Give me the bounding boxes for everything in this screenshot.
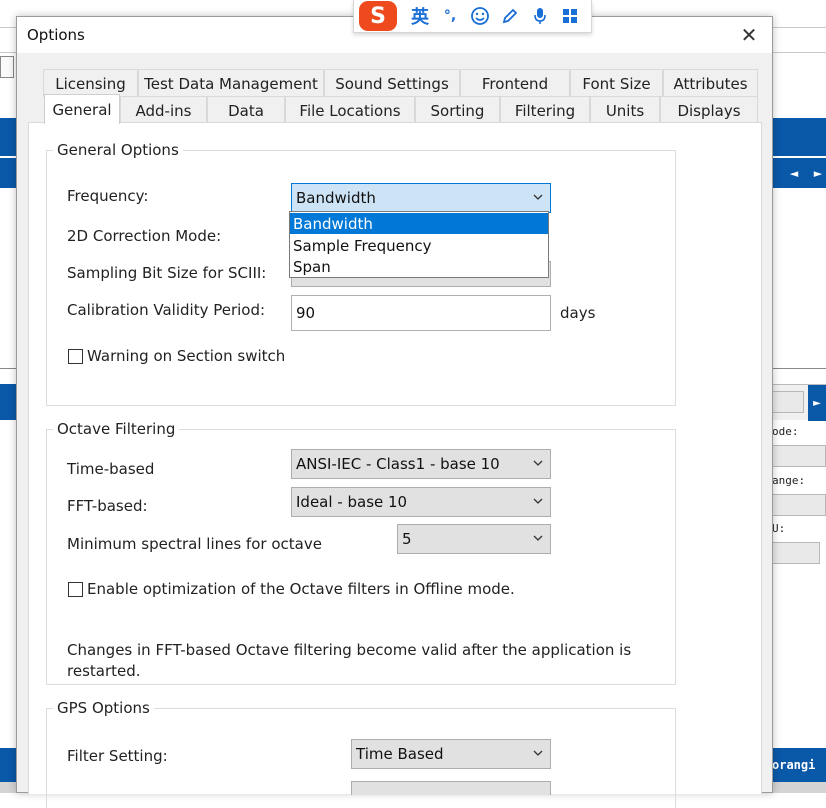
tab-displays[interactable]: Displays [660, 96, 758, 124]
chevron-down-icon [533, 498, 543, 504]
frequency-option-sample-frequency[interactable]: Sample Frequency [290, 235, 548, 256]
bg-combo[interactable] [772, 391, 804, 413]
tab-test-data-management[interactable]: Test Data Management [138, 69, 324, 97]
sogou-logo-icon[interactable]: S [359, 1, 397, 31]
warning-section-switch-label: Warning on Section switch [87, 347, 286, 365]
ime-toolbar: S 英 °, [353, 0, 592, 33]
tab-general[interactable]: General [44, 94, 120, 124]
frequency-select[interactable]: Bandwidth [291, 183, 551, 213]
tab-filtering[interactable]: Filtering [500, 96, 590, 124]
bg-combo[interactable] [772, 542, 820, 564]
tab-licensing[interactable]: Licensing [43, 69, 138, 97]
calibration-validity-label: Calibration Validity Period: [67, 301, 266, 319]
tab-sound-settings[interactable]: Sound Settings [324, 69, 460, 97]
min-spectral-lines-select[interactable]: 5 [397, 524, 551, 554]
sampling-bit-size-label: Sampling Bit Size for SCIII: [67, 264, 267, 282]
close-button[interactable]: ✕ [729, 21, 769, 49]
bg-combo[interactable] [772, 494, 826, 516]
restart-note-line2: restarted. [67, 662, 141, 680]
right-arrow-icon: ► [813, 166, 823, 180]
tab-sorting[interactable]: Sorting [415, 96, 500, 124]
bg-band [770, 118, 826, 156]
filter-setting-select[interactable]: Time Based [351, 739, 551, 769]
frequency-label: Frequency: [67, 187, 149, 205]
gps-options-title: GPS Options [53, 699, 154, 717]
fft-based-label: FFT-based: [67, 497, 148, 515]
octave-optimization-checkbox[interactable] [68, 582, 83, 597]
bg-expand-button[interactable]: ► [808, 385, 826, 421]
tab-attributes[interactable]: Attributes [663, 69, 758, 97]
tab-frontend[interactable]: Frontend [460, 69, 570, 97]
tab-data[interactable]: Data [207, 96, 285, 124]
fft-based-select[interactable]: Ideal - base 10 [291, 487, 551, 517]
left-arrow-icon: ◄ [789, 166, 799, 180]
dialog-title: Options [27, 26, 85, 44]
general-options-title: General Options [53, 141, 183, 159]
filter-setting-label: Filter Setting: [67, 747, 168, 765]
grid-icon[interactable] [555, 1, 585, 31]
pen-icon[interactable] [495, 1, 525, 31]
smiley-icon[interactable] [465, 1, 495, 31]
tab-add-ins[interactable]: Add-ins [120, 96, 207, 124]
time-based-label: Time-based [67, 460, 155, 478]
frequency-option-span[interactable]: Span [290, 256, 548, 277]
bg-scroll-area: ◄ ► [770, 158, 826, 188]
bg-divider [770, 368, 826, 369]
min-spectral-lines-label: Minimum spectral lines for octave [67, 535, 322, 553]
warning-section-switch-checkbox[interactable] [68, 349, 83, 364]
language-toggle-button[interactable]: 英 [405, 1, 435, 31]
chevron-down-icon [533, 460, 543, 466]
time-based-select[interactable]: ANSI-IEC - Class1 - base 10 [291, 449, 551, 479]
chevron-down-icon [533, 194, 543, 200]
bg-label: U: [772, 522, 786, 535]
tab-font-size[interactable]: Font Size [570, 69, 663, 97]
chevron-down-icon [533, 535, 543, 541]
correction-mode-label: 2D Correction Mode: [67, 227, 222, 245]
bg-status-text: orangi [772, 758, 816, 772]
chevron-down-icon [533, 750, 543, 756]
bg-combo[interactable] [772, 445, 826, 467]
calibration-validity-input[interactable]: 90 [291, 295, 551, 331]
days-unit-label: days [560, 304, 596, 322]
punctuation-toggle-button[interactable]: °, [435, 1, 465, 31]
frequency-option-bandwidth[interactable]: Bandwidth [290, 213, 548, 234]
bg-toolbar-button[interactable] [0, 56, 14, 78]
options-dialog: Options ✕ Licensing Test Data Management… [16, 16, 773, 808]
tab-units[interactable]: Units [590, 96, 660, 124]
octave-optimization-label: Enable optimization of the Octave filter… [87, 580, 515, 598]
bg-status-bar: orangi [770, 748, 826, 782]
frequency-dropdown-list: Bandwidth Sample Frequency Span [289, 211, 549, 278]
close-icon: ✕ [740, 23, 758, 47]
tab-file-locations[interactable]: File Locations [285, 96, 415, 124]
bg-label: ange: [772, 474, 806, 487]
bg-label: ode: [772, 425, 799, 438]
restart-note-line1: Changes in FFT-based Octave filtering be… [67, 641, 632, 659]
bg-scroll-left-button[interactable]: ◄ [780, 161, 808, 185]
microphone-icon[interactable] [525, 1, 555, 31]
bg-panel-header: ► [770, 384, 826, 421]
bg-scroll-right-button[interactable]: ► [810, 161, 826, 185]
octave-filtering-title: Octave Filtering [53, 420, 180, 438]
